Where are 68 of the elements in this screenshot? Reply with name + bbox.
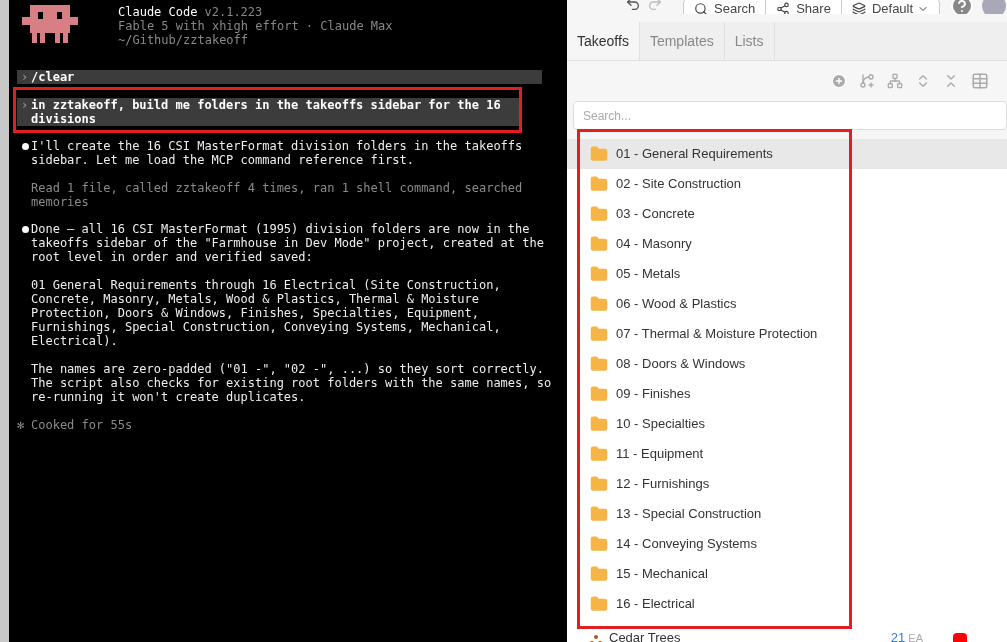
folder-name: 14 - Conveying Systems: [616, 535, 757, 554]
response-text: The names are zero-padded ("01 -", "02 -", ...) so they sort correctly. The script also checks for existing root folders with the same names, so re-running it won't create duplicates.: [31, 362, 553, 404]
add-icon[interactable]: [831, 73, 847, 89]
folder-name: 08 - Doors & Windows: [616, 355, 746, 374]
toolbar-button[interactable]: Share: [765, 0, 841, 14]
folder-name: 12 - Furnishings: [616, 475, 710, 494]
tab[interactable]: Takeoffs: [567, 22, 640, 60]
folder-icon: [590, 385, 608, 403]
toolbar-icon: [851, 2, 866, 14]
folder-name: 16 - Electrical: [616, 595, 695, 614]
folder-name: 04 - Masonry: [616, 235, 692, 254]
folder-name: 01 - General Requirements: [616, 145, 773, 164]
folder-name: 09 - Finishes: [616, 385, 691, 404]
folder-icon: [590, 565, 608, 583]
folder-name: 05 - Metals: [616, 265, 681, 284]
redo-icon[interactable]: [647, 0, 663, 12]
quantity: 21: [890, 631, 906, 642]
status-symbol: ✻: [17, 418, 26, 432]
toolbar-button[interactable]: Search: [684, 0, 766, 14]
table-icon[interactable]: [971, 72, 989, 90]
takeoff-name: Cedar Trees: [609, 631, 681, 642]
prompt-caret: ›: [21, 98, 30, 114]
unit: EA: [908, 631, 923, 642]
folder-icon: [590, 205, 608, 223]
folder-icon: [590, 355, 608, 373]
folder-icon: [590, 415, 608, 433]
folder-name: 06 - Wood & Plastics: [616, 295, 737, 314]
app-name: Claude Code: [118, 5, 198, 19]
folder-row[interactable]: 01 - General Requirements: [567, 139, 1007, 169]
toolbar-icon: [694, 2, 708, 14]
prompt-text: in zztakeoff, build me folders in the takeoffs sidebar for the 16 divisions: [31, 98, 502, 126]
working-directory: ~/Github/zztakeoff: [118, 33, 250, 47]
folder-name: 10 - Specialties: [616, 415, 705, 434]
toolbar-button[interactable]: Default: [840, 0, 940, 14]
prompt-text: /clear: [31, 70, 75, 84]
folder-icon: [590, 475, 608, 493]
search-field[interactable]: Search...: [573, 101, 1007, 130]
folder-icon: [590, 265, 608, 283]
response-text: Done — all 16 CSI MasterFormat (1995) division folders are now in the takeoffs sidebar of the "Farmhouse in Dev Mode" project, created at the root level in order and verified saved:: [31, 222, 545, 264]
app-version: v2.1.223: [204, 5, 263, 19]
undo-icon[interactable]: [625, 0, 641, 12]
prompt-caret: ›: [21, 70, 30, 84]
status-text: Cooked for 55s: [31, 418, 133, 432]
folder-icon: [590, 235, 608, 253]
folder-name: 02 - Site Construction: [616, 175, 741, 194]
model-info: Fable 5 with xhigh effort · Claude Max: [118, 19, 393, 33]
group-icon[interactable]: [887, 73, 903, 89]
folder-icon: [590, 595, 608, 613]
toolbar-icon: [776, 2, 791, 14]
folder-name: 13 - Special Construction: [616, 505, 762, 524]
bullet-icon: [22, 226, 29, 233]
folder-name: 07 - Thermal & Moisture Protection: [616, 325, 818, 344]
folder-icon: [590, 445, 608, 463]
tool-summary: Read 1 file, called zztakeoff 4 times, ran 1 shell command, searched memories: [31, 181, 524, 209]
folder-icon: [590, 535, 608, 553]
folder-icon: [590, 145, 608, 163]
dots-icon: [590, 635, 602, 642]
bullet-icon: [22, 143, 29, 150]
add-child-icon[interactable]: [859, 73, 875, 89]
folder-name: 03 - Concrete: [616, 205, 695, 224]
folder-name: 15 - Mechanical: [616, 565, 708, 584]
response-text: I'll create the 16 CSI MasterFormat division folders in the takeoffs sidebar. Let me load the MCP command reference first.: [31, 139, 524, 167]
folder-icon: [590, 505, 608, 523]
folder-icon: [590, 175, 608, 193]
folder-name: 11 - Equipment: [616, 445, 704, 464]
response-text: 01 General Requirements through 16 Electrical (Site Construction, Concrete, Masonry, Metals, Wood & Plastics, Thermal & Moisture Protection, Doors & Windows, Finishes, Specialties, Equipment, Furnishings, Special Construction, Conveying Systems, Mechanical, Electrical).: [31, 278, 502, 348]
folder-icon: [590, 325, 608, 343]
folder-icon: [590, 295, 608, 313]
